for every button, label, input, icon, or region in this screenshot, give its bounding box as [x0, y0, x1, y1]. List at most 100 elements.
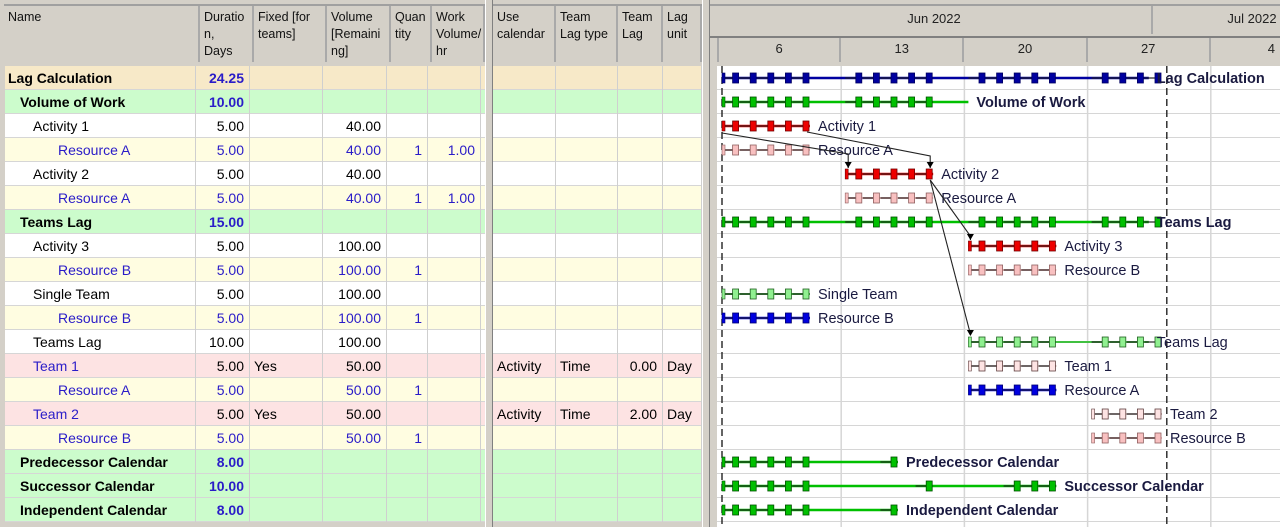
gantt-bar[interactable]: Teams Lag	[721, 215, 1231, 231]
team-lag-row[interactable]	[493, 138, 702, 162]
table-row[interactable]: Resource A 5.00 50.00 1	[5, 378, 485, 402]
cell-name[interactable]: Teams Lag	[5, 210, 196, 234]
cell-volume[interactable]: 100.00	[323, 330, 387, 354]
gantt-bar[interactable]: Resource B	[1091, 431, 1246, 447]
cell-use-calendar[interactable]	[493, 66, 556, 90]
cell-fixed[interactable]	[250, 138, 323, 162]
cell-work[interactable]	[428, 450, 481, 474]
cell-volume[interactable]	[323, 450, 387, 474]
cell-volume[interactable]: 100.00	[323, 306, 387, 330]
cell-team-lag[interactable]	[618, 210, 663, 234]
cell-use-calendar[interactable]	[493, 114, 556, 138]
table-row[interactable]: Successor Calendar 10.00	[5, 474, 485, 498]
cell-name[interactable]: Resource B	[5, 306, 196, 330]
cell-fixed[interactable]	[250, 114, 323, 138]
cell-duration[interactable]: 5.00	[196, 426, 250, 450]
gantt-bar[interactable]: Teams Lag	[968, 335, 1228, 351]
column-header-quantity[interactable]: Quan tity	[391, 6, 432, 62]
cell-lag-unit[interactable]	[663, 114, 702, 138]
team-lag-row[interactable]	[493, 210, 702, 234]
cell-use-calendar[interactable]	[493, 474, 556, 498]
cell-work[interactable]	[428, 306, 481, 330]
team-lag-row[interactable]: Activity Time 2.00 Day	[493, 402, 702, 426]
cell-team-lag-type[interactable]	[556, 138, 618, 162]
cell-lag-unit[interactable]: Day	[663, 354, 702, 378]
gantt-bar[interactable]: Activity 2	[844, 167, 999, 183]
cell-use-calendar[interactable]	[493, 162, 556, 186]
table-row[interactable]: Single Team 5.00 100.00	[5, 282, 485, 306]
cell-volume[interactable]: 50.00	[323, 378, 387, 402]
column-header-use-calendar[interactable]: Use calendar	[493, 6, 556, 62]
column-header-fixed[interactable]: Fixed [for teams]	[254, 6, 327, 62]
table-row[interactable]: Resource B 5.00 100.00 1	[5, 306, 485, 330]
table-row[interactable]: Activity 1 5.00 40.00	[5, 114, 485, 138]
cell-fixed[interactable]	[250, 330, 323, 354]
cell-team-lag[interactable]	[618, 90, 663, 114]
cell-team-lag[interactable]	[618, 66, 663, 90]
table-row[interactable]: Resource A 5.00 40.00 1 1.00	[5, 186, 485, 210]
team-lag-row[interactable]	[493, 474, 702, 498]
cell-lag-unit[interactable]	[663, 138, 702, 162]
cell-use-calendar[interactable]	[493, 258, 556, 282]
cell-team-lag-type[interactable]	[556, 282, 618, 306]
gantt-bar[interactable]: Activity 1	[721, 119, 876, 135]
cell-team-lag-type[interactable]	[556, 426, 618, 450]
cell-team-lag[interactable]	[618, 330, 663, 354]
column-header-volume[interactable]: Volume [Remaini ng]	[327, 6, 391, 62]
cell-work[interactable]	[428, 498, 481, 522]
table-row[interactable]: Resource B 5.00 100.00 1	[5, 258, 485, 282]
cell-team-lag[interactable]	[618, 426, 663, 450]
cell-fixed[interactable]	[250, 210, 323, 234]
cell-duration[interactable]: 8.00	[196, 498, 250, 522]
cell-team-lag-type[interactable]	[556, 90, 618, 114]
cell-name[interactable]: Independent Calendar	[5, 498, 196, 522]
cell-quantity[interactable]	[387, 474, 428, 498]
cell-team-lag-type[interactable]: Time	[556, 354, 618, 378]
gantt-bar[interactable]: Team 2	[1091, 407, 1218, 423]
cell-fixed[interactable]	[250, 306, 323, 330]
table-row[interactable]: Teams Lag 10.00 100.00	[5, 330, 485, 354]
cell-team-lag[interactable]	[618, 162, 663, 186]
table-row[interactable]: Resource B 5.00 50.00 1	[5, 426, 485, 450]
cell-duration[interactable]: 8.00	[196, 450, 250, 474]
team-lag-row[interactable]	[493, 378, 702, 402]
cell-work[interactable]	[428, 90, 481, 114]
cell-fixed[interactable]	[250, 258, 323, 282]
gantt-bar[interactable]: Resource A	[844, 191, 1016, 207]
cell-team-lag[interactable]	[618, 186, 663, 210]
table-row[interactable]: Team 1 5.00 Yes 50.00	[5, 354, 485, 378]
cell-work[interactable]	[428, 234, 481, 258]
cell-team-lag-type[interactable]	[556, 330, 618, 354]
cell-use-calendar[interactable]	[493, 330, 556, 354]
cell-volume[interactable]: 100.00	[323, 258, 387, 282]
cell-fixed[interactable]	[250, 234, 323, 258]
cell-work[interactable]	[428, 66, 481, 90]
cell-volume[interactable]	[323, 210, 387, 234]
cell-team-lag-type[interactable]	[556, 186, 618, 210]
cell-volume[interactable]: 100.00	[323, 282, 387, 306]
cell-lag-unit[interactable]	[663, 498, 702, 522]
column-header-name[interactable]: Name	[4, 6, 200, 62]
cell-name[interactable]: Resource A	[5, 186, 196, 210]
column-header-duration[interactable]: Duratio n, Days	[200, 6, 254, 62]
team-lag-row[interactable]	[493, 498, 702, 522]
cell-quantity[interactable]: 1	[387, 138, 428, 162]
cell-team-lag-type[interactable]	[556, 66, 618, 90]
gantt-bar[interactable]: Team 1	[968, 359, 1112, 375]
cell-duration[interactable]: 5.00	[196, 138, 250, 162]
cell-volume[interactable]	[323, 474, 387, 498]
team-lag-row[interactable]	[493, 306, 702, 330]
cell-team-lag[interactable]: 2.00	[618, 402, 663, 426]
cell-team-lag-type[interactable]	[556, 234, 618, 258]
cell-team-lag[interactable]	[618, 450, 663, 474]
table-row[interactable]: Resource A 5.00 40.00 1 1.00	[5, 138, 485, 162]
cell-name[interactable]: Resource A	[5, 378, 196, 402]
cell-quantity[interactable]	[387, 402, 428, 426]
cell-duration[interactable]: 5.00	[196, 402, 250, 426]
cell-use-calendar[interactable]	[493, 234, 556, 258]
cell-quantity[interactable]: 1	[387, 186, 428, 210]
cell-team-lag-type[interactable]	[556, 474, 618, 498]
column-header-team-lag[interactable]: Team Lag	[618, 6, 663, 62]
gantt-bar[interactable]: Volume of Work	[721, 95, 1086, 111]
table-row[interactable]: Team 2 5.00 Yes 50.00	[5, 402, 485, 426]
